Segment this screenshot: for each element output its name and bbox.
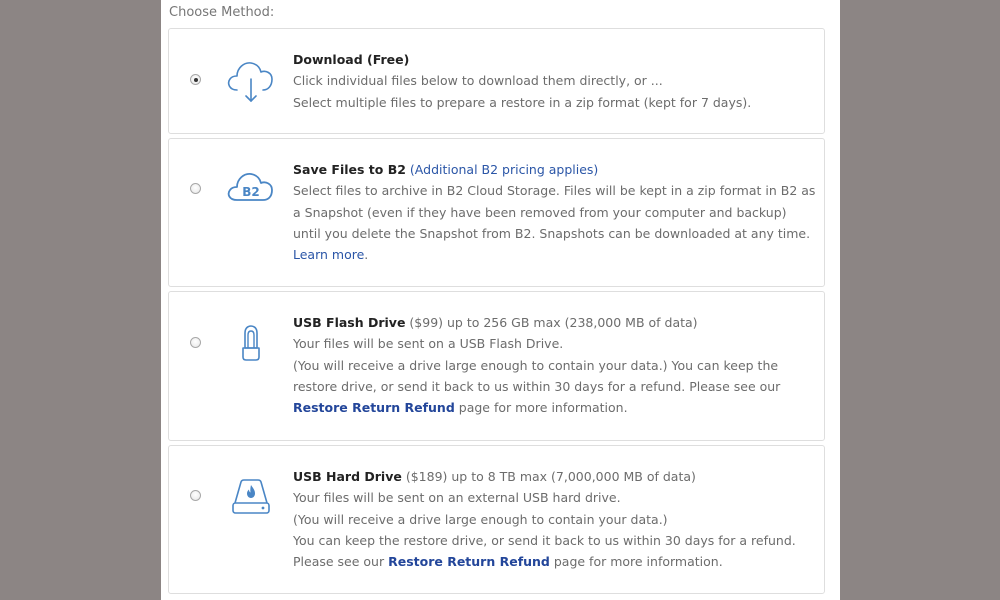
b2-icon-label: B2 bbox=[242, 185, 260, 199]
option-b2-text: Save Files to B2 (Additional B2 pricing … bbox=[293, 159, 816, 265]
radio-b2[interactable] bbox=[190, 183, 201, 194]
option-description: Your files will be sent on a USB Flash D… bbox=[293, 336, 564, 352]
option-description: page for more information. bbox=[549, 554, 723, 570]
usb-hard-drive-icon bbox=[232, 479, 270, 514]
option-usb-hard-drive-text: USB Hard Drive ($189) up to 8 TB max (7,… bbox=[293, 466, 803, 572]
learn-more-suffix: . bbox=[364, 247, 369, 263]
option-description: (You will receive a drive large enough t… bbox=[293, 357, 779, 373]
option-description: Please see our bbox=[293, 554, 389, 570]
radio-usb-hard-drive[interactable] bbox=[190, 490, 201, 501]
option-title: USB Hard Drive bbox=[293, 469, 402, 484]
b2-pricing-link[interactable]: (Additional B2 pricing applies) bbox=[410, 162, 598, 177]
option-subtitle: ($189) up to 8 TB max (7,000,000 MB of d… bbox=[401, 469, 696, 484]
option-description: Select files to archive in B2 Cloud Stor… bbox=[293, 183, 816, 199]
option-description: Your files will be sent on an external U… bbox=[293, 490, 621, 506]
choose-method-label: Choose Method: bbox=[169, 5, 275, 20]
option-usb-flash-text: USB Flash Drive ($99) up to 256 GB max (… bbox=[293, 312, 803, 418]
option-description: until you delete the Snapshot from B2. S… bbox=[293, 225, 811, 241]
option-description: Select multiple files to prepare a resto… bbox=[293, 94, 752, 110]
option-description: (You will receive a drive large enough t… bbox=[293, 511, 668, 527]
option-usb-flash[interactable]: USB Flash Drive ($99) up to 256 GB max (… bbox=[168, 291, 825, 441]
restore-panel: Choose Method: Download (Free) Click ind… bbox=[161, 0, 840, 600]
usb-flash-drive-icon bbox=[242, 325, 260, 361]
option-subtitle: ($99) up to 256 GB max (238,000 MB of da… bbox=[405, 315, 698, 330]
option-title: USB Flash Drive bbox=[293, 315, 406, 330]
restore-return-refund-link[interactable]: Restore Return Refund bbox=[388, 554, 550, 569]
b2-cloud-icon: B2 bbox=[227, 173, 273, 201]
option-title: Download (Free) bbox=[293, 52, 410, 67]
option-description: You can keep the restore drive, or send … bbox=[293, 532, 796, 548]
option-description: restore drive, or send it back to us wit… bbox=[293, 378, 781, 394]
option-description: Click individual files below to download… bbox=[293, 73, 663, 89]
option-b2[interactable]: B2 Save Files to B2 (Additional B2 prici… bbox=[168, 138, 825, 287]
radio-download[interactable] bbox=[190, 74, 201, 85]
learn-more-link[interactable]: Learn more bbox=[293, 247, 364, 262]
radio-usb-flash[interactable] bbox=[190, 337, 201, 348]
option-description: a Snapshot (even if they have been remov… bbox=[293, 204, 787, 220]
cloud-download-icon bbox=[227, 62, 273, 102]
option-title: Save Files to B2 bbox=[293, 162, 406, 177]
option-download-text: Download (Free) Click individual files b… bbox=[293, 49, 803, 113]
option-description: page for more information. bbox=[454, 400, 628, 416]
option-usb-hard-drive[interactable]: USB Hard Drive ($189) up to 8 TB max (7,… bbox=[168, 445, 825, 594]
option-download[interactable]: Download (Free) Click individual files b… bbox=[168, 28, 825, 134]
restore-return-refund-link[interactable]: Restore Return Refund bbox=[293, 400, 455, 415]
